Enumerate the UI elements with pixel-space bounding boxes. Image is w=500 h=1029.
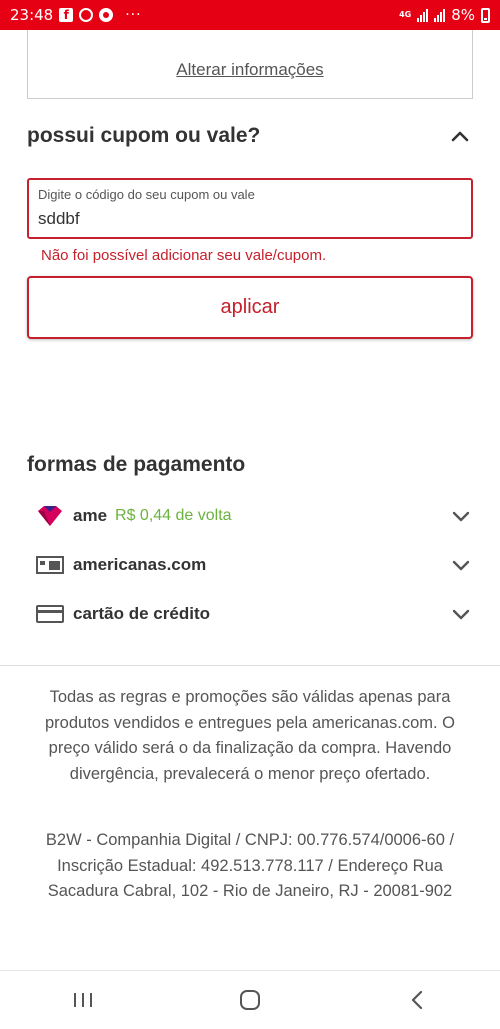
address-info-box: Alterar informações [27, 30, 473, 99]
voucher-card-icon [35, 553, 65, 577]
coupon-error-message: Não foi possível adicionar seu vale/cupo… [41, 247, 327, 264]
payment-method-label: ame [73, 506, 108, 525]
payment-method-label: americanas.com [73, 555, 207, 574]
payment-method-ame[interactable]: ame R$ 0,44 de volta [27, 498, 473, 534]
payment-section-title: formas de pagamento [27, 453, 246, 476]
battery-percentage: 8% [451, 6, 475, 24]
apply-coupon-button[interactable]: aplicar [27, 276, 473, 339]
facebook-icon: f [59, 8, 74, 22]
chevron-up-icon[interactable] [447, 123, 473, 149]
status-right: 4G 8% [399, 6, 490, 24]
chrome-icon [99, 8, 114, 22]
credit-card-icon [35, 602, 65, 626]
payment-method-credit-card[interactable]: cartão de crédito [27, 596, 473, 632]
change-info-link[interactable]: Alterar informações [176, 60, 323, 80]
footer-company-info: B2W - Companhia Digital / CNPJ: 00.776.5… [45, 831, 455, 900]
footer-disclaimer: Todas as regras e promoções são válidas … [45, 688, 455, 783]
chevron-down-icon[interactable] [449, 504, 473, 528]
payment-method-americanas[interactable]: americanas.com [27, 547, 473, 583]
whatsapp-icon [79, 8, 94, 22]
coupon-field-label: Digite o código do seu cupom ou vale [38, 187, 255, 202]
signal-icon-2 [434, 8, 446, 22]
coupon-section-title: possui cupom ou vale? [27, 124, 261, 147]
status-bar: 23:48 f ··· 4G 8% [0, 0, 500, 30]
signal-icon [417, 8, 429, 22]
network-type-label: 4G [399, 10, 412, 19]
coupon-input[interactable] [38, 207, 458, 231]
status-time: 23:48 [10, 6, 54, 24]
home-icon[interactable] [220, 980, 280, 1020]
payment-method-label: cartão de crédito [73, 604, 210, 623]
chevron-down-icon[interactable] [449, 553, 473, 577]
coupon-field[interactable]: Digite o código do seu cupom ou vale [27, 178, 473, 239]
ame-heart-icon [35, 504, 65, 528]
system-nav-bar [0, 970, 500, 1029]
recent-apps-icon[interactable] [53, 980, 113, 1020]
chevron-down-icon[interactable] [449, 602, 473, 626]
cashback-label: R$ 0,44 de volta [115, 507, 232, 524]
battery-icon [481, 7, 490, 23]
status-left: 23:48 f ··· [10, 6, 142, 24]
coupon-section-header[interactable]: possui cupom ou vale? [27, 118, 473, 154]
back-icon[interactable] [387, 980, 447, 1020]
footer-divider [0, 665, 500, 666]
more-notifications-icon: ··· [125, 7, 142, 23]
